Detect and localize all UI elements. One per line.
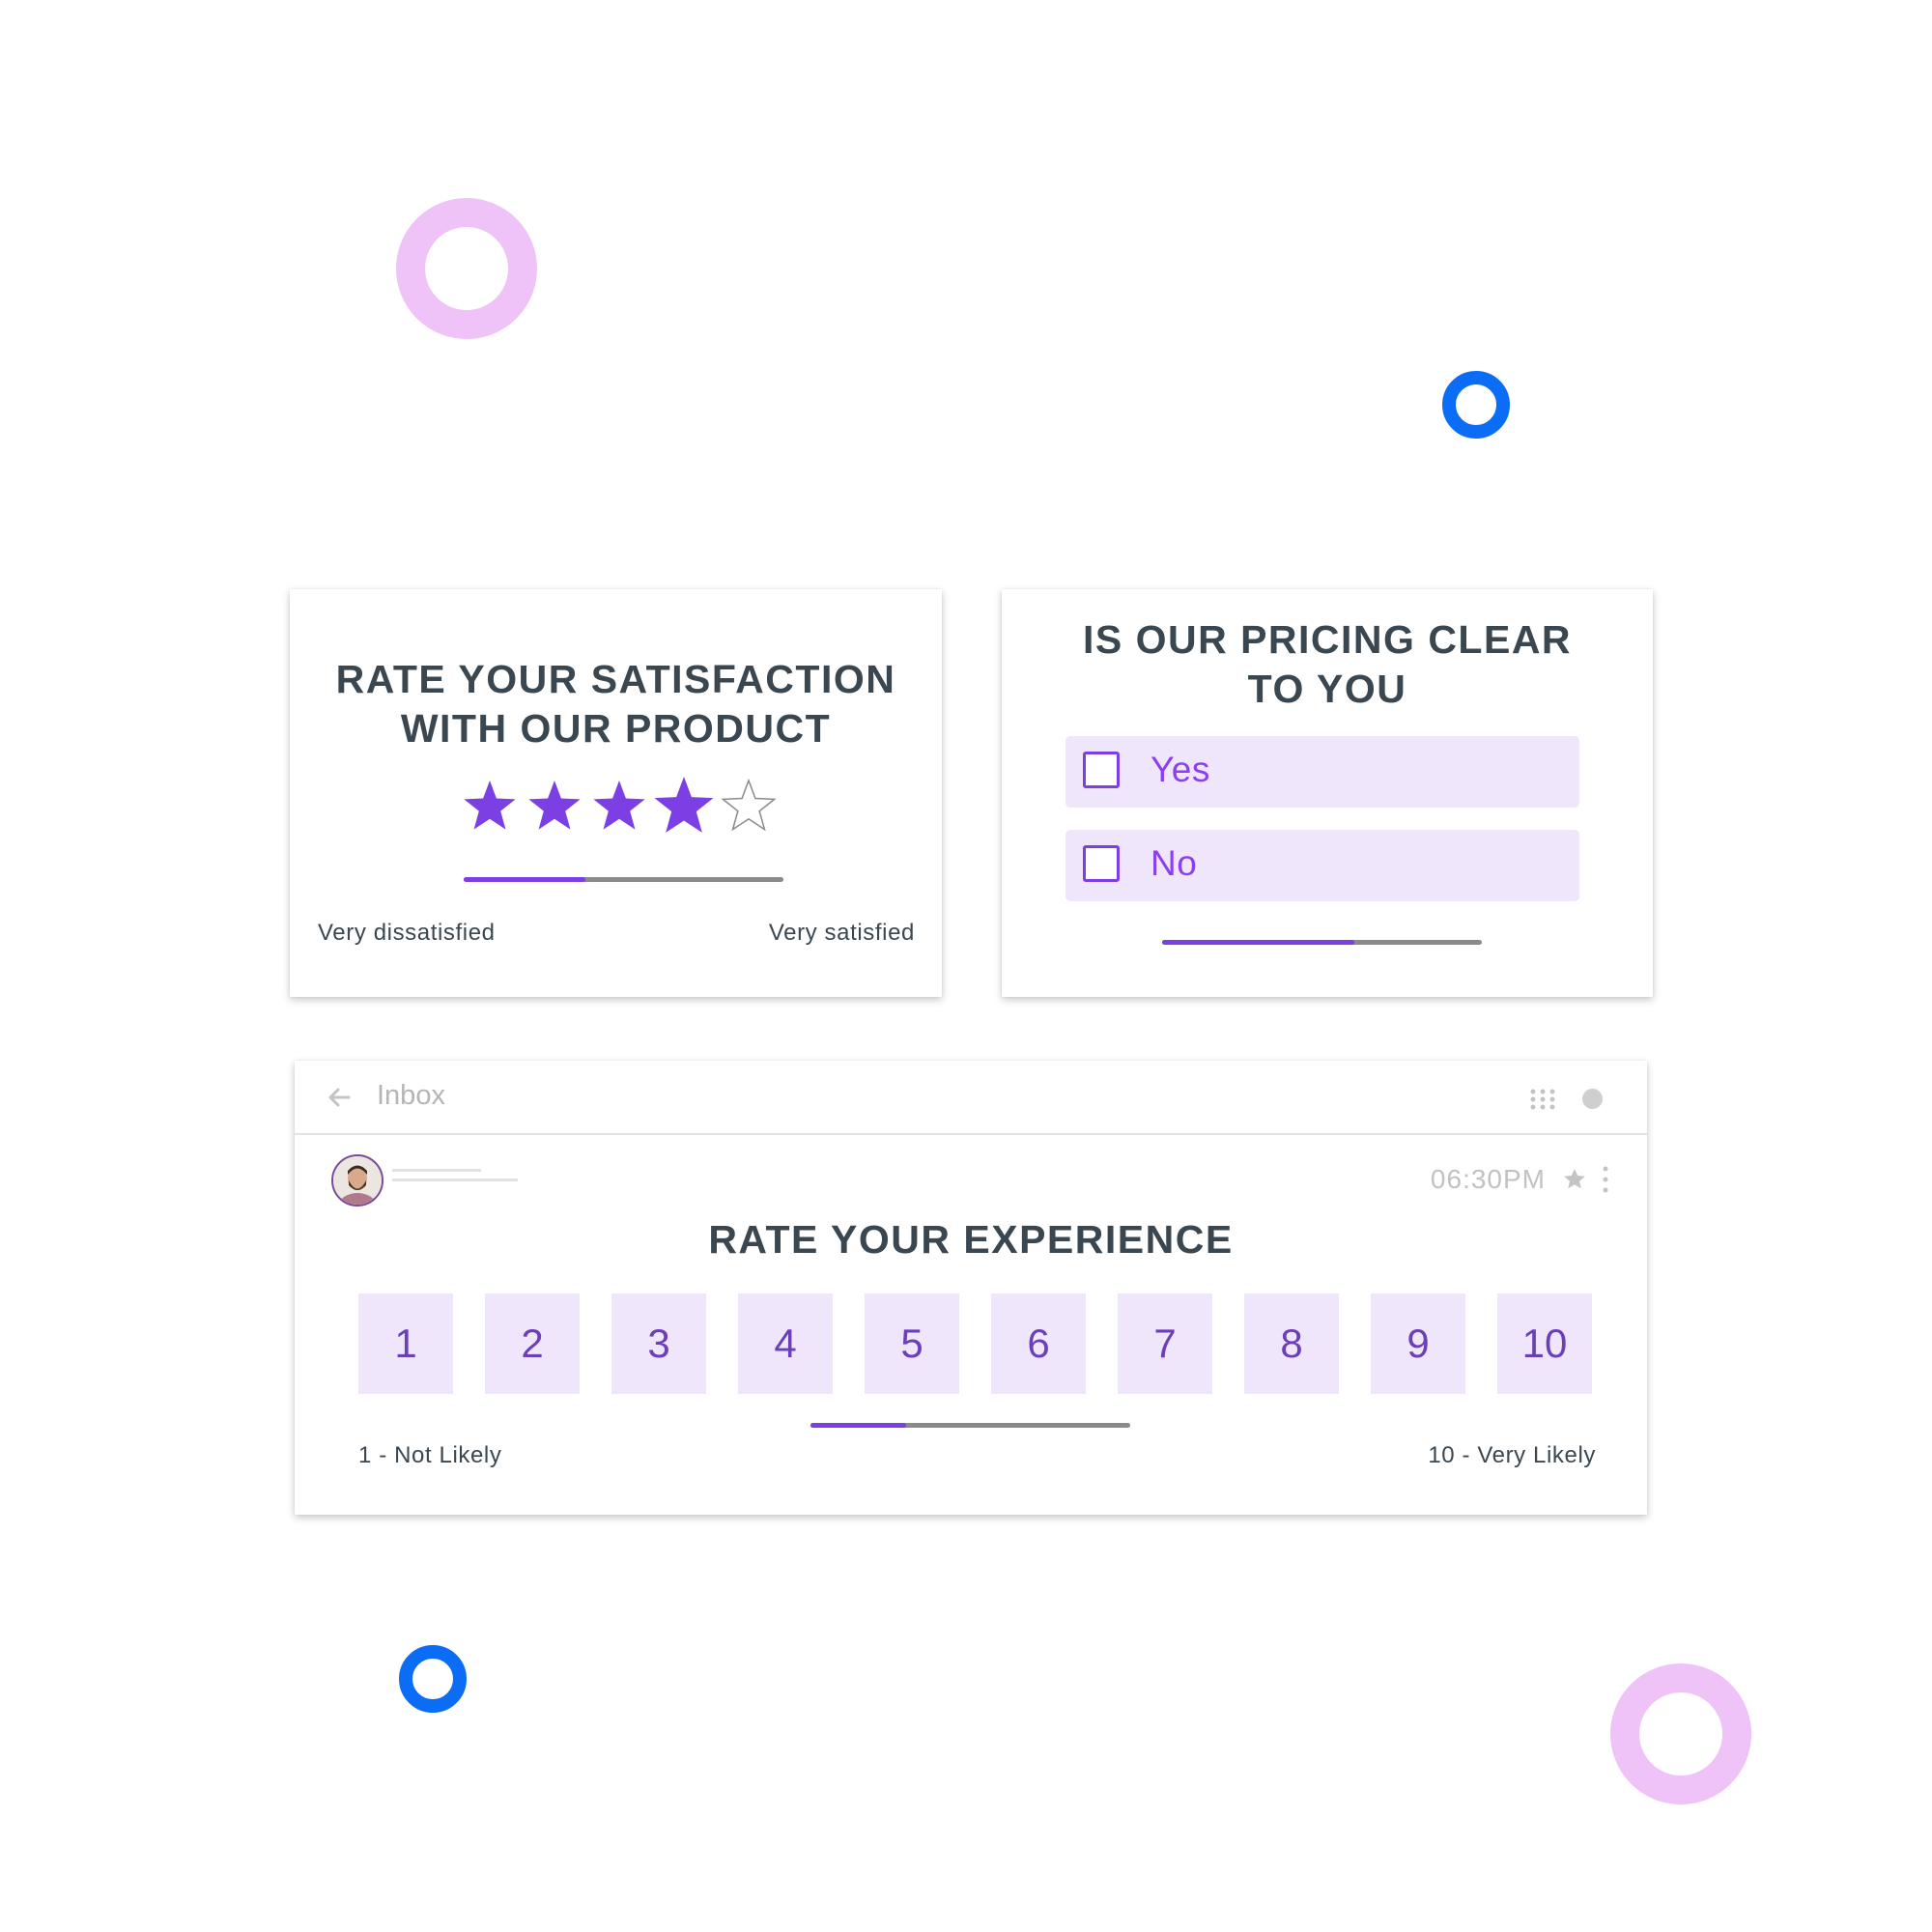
scale-option-3[interactable]: 3: [611, 1293, 706, 1394]
grid-icon[interactable]: [1530, 1089, 1555, 1110]
checkbox-no[interactable]: [1083, 845, 1120, 882]
star-filled-icon[interactable]: [528, 781, 581, 830]
satisfaction-progress-bar: [464, 877, 783, 882]
scale-option-1[interactable]: 1: [358, 1293, 453, 1394]
option-no-label: No: [1151, 843, 1198, 883]
option-no[interactable]: No: [1065, 830, 1579, 901]
label-very-likely: 10 - Very Likely: [1428, 1442, 1596, 1468]
star-filled-icon[interactable]: [593, 781, 645, 830]
mail-header: Inbox: [295, 1061, 1647, 1135]
pricing-title-line2: TO YOU: [1247, 667, 1407, 711]
arrow-left-icon[interactable]: [326, 1084, 353, 1111]
person-icon: [333, 1156, 382, 1205]
scale-option-6[interactable]: 6: [991, 1293, 1086, 1394]
scale-option-5[interactable]: 5: [865, 1293, 959, 1394]
decor-ring-blue-bottom: [399, 1645, 467, 1713]
avatar: [331, 1154, 384, 1207]
scale-option-10[interactable]: 10: [1497, 1293, 1592, 1394]
status-dot-icon: [1582, 1089, 1603, 1109]
experience-progress-fill: [810, 1423, 907, 1428]
star-rating[interactable]: [458, 773, 796, 840]
option-yes-label: Yes: [1151, 750, 1210, 789]
more-vertical-icon[interactable]: [1603, 1165, 1608, 1194]
pricing-progress-fill: [1162, 940, 1354, 945]
scale-option-2[interactable]: 2: [485, 1293, 580, 1394]
scale-option-8[interactable]: 8: [1244, 1293, 1339, 1394]
satisfaction-title-line1: RATE YOUR SATISFACTION: [335, 657, 896, 701]
label-very-satisfied: Very satisfied: [768, 920, 915, 946]
scale-option-9[interactable]: 9: [1371, 1293, 1465, 1394]
decor-ring-pink-bottom: [1610, 1663, 1751, 1804]
pricing-card: IS OUR PRICING CLEAR TO YOU Yes No: [1002, 589, 1653, 997]
email-time: 06:30PM: [1430, 1164, 1546, 1194]
decor-ring-blue-top: [1442, 371, 1510, 439]
satisfaction-progress-fill: [464, 877, 585, 882]
pricing-progress-bar: [1162, 940, 1482, 945]
star-icon[interactable]: [1562, 1167, 1587, 1192]
inbox-label[interactable]: Inbox: [377, 1080, 445, 1112]
option-yes[interactable]: Yes: [1065, 736, 1579, 808]
label-very-dissatisfied: Very dissatisfied: [318, 920, 496, 946]
star-filled-icon[interactable]: [654, 777, 714, 833]
decor-ring-pink-top: [396, 198, 537, 339]
star-empty-icon[interactable]: [721, 778, 777, 832]
checkbox-yes[interactable]: [1083, 752, 1120, 788]
satisfaction-title-line2: WITH OUR PRODUCT: [400, 706, 832, 751]
pricing-card-title: IS OUR PRICING CLEAR TO YOU: [1002, 615, 1653, 714]
experience-progress-bar: [810, 1423, 1130, 1428]
label-not-likely: 1 - Not Likely: [358, 1442, 502, 1468]
star-filled-icon[interactable]: [464, 781, 516, 830]
scale-option-4[interactable]: 4: [738, 1293, 833, 1394]
pricing-title-line1: IS OUR PRICING CLEAR: [1082, 617, 1573, 662]
satisfaction-card-title: RATE YOUR SATISFACTION WITH OUR PRODUCT: [290, 655, 942, 753]
email-card: Inbox 06:30PM RATE YOUR EXPERIENCE 12345…: [295, 1061, 1647, 1515]
sender-placeholder-lines: [392, 1169, 518, 1181]
experience-title: RATE YOUR EXPERIENCE: [708, 1217, 1234, 1262]
scale-option-7[interactable]: 7: [1118, 1293, 1212, 1394]
